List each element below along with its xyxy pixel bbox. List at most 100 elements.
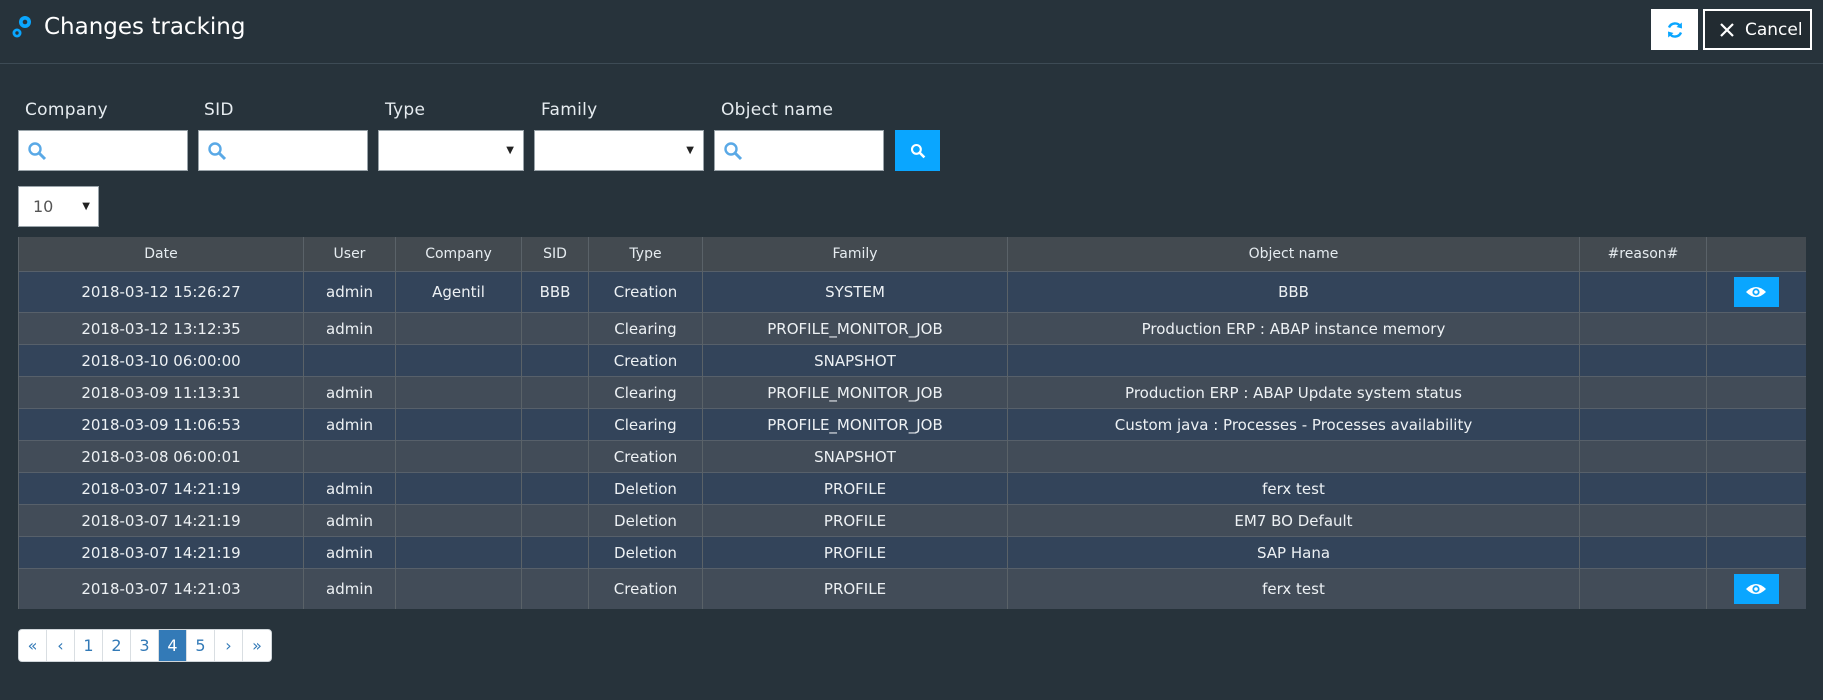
search-button[interactable] xyxy=(895,130,940,171)
table-row: 2018-03-09 11:13:31 admin Clearing PROFI… xyxy=(18,376,1806,409)
pagination-page-1[interactable]: 1 xyxy=(75,630,103,661)
eye-icon xyxy=(1746,287,1767,297)
cell-actions xyxy=(1706,344,1806,377)
cell-user: admin xyxy=(303,376,396,409)
changes-table: Date User Company SID Type Family Object… xyxy=(18,237,1806,609)
cell-company xyxy=(395,568,522,609)
cell-type: Deletion xyxy=(588,536,703,569)
column-header-user[interactable]: User xyxy=(303,237,396,272)
cell-user: admin xyxy=(303,568,396,609)
cell-family: SNAPSHOT xyxy=(702,344,1008,377)
table-row: 2018-03-07 14:21:19 admin Deletion PROFI… xyxy=(18,504,1806,537)
cell-reason xyxy=(1579,568,1707,609)
column-header-object-name[interactable]: Object name xyxy=(1007,237,1580,272)
column-header-type[interactable]: Type xyxy=(588,237,703,272)
cell-family: SYSTEM xyxy=(702,271,1008,313)
column-header-actions xyxy=(1706,237,1806,272)
pagination-page-2[interactable]: 2 xyxy=(103,630,131,661)
type-filter-label: Type xyxy=(385,100,426,120)
page-size-select[interactable]: 10 ▼ xyxy=(18,186,99,227)
column-header-reason[interactable]: #reason# xyxy=(1579,237,1707,272)
cell-reason xyxy=(1579,536,1707,569)
cell-user: admin xyxy=(303,408,396,441)
view-details-button[interactable] xyxy=(1733,277,1779,307)
cell-actions xyxy=(1706,568,1806,609)
cell-company xyxy=(395,408,522,441)
view-details-button[interactable] xyxy=(1733,574,1779,604)
column-header-sid[interactable]: SID xyxy=(521,237,589,272)
magnifier-icon xyxy=(208,142,227,161)
cell-date: 2018-03-10 06:00:00 xyxy=(18,344,304,377)
cell-company xyxy=(395,472,522,505)
magnifier-icon xyxy=(28,142,47,161)
cell-company: Agentil xyxy=(395,271,522,313)
cell-type: Creation xyxy=(588,568,703,609)
pagination-page-4-active[interactable]: 4 xyxy=(159,630,187,661)
magnifier-icon xyxy=(724,142,743,161)
cell-object-name: Production ERP : ABAP Update system stat… xyxy=(1007,376,1580,409)
cell-object-name: BBB xyxy=(1007,271,1580,313)
page-size-value: 10 xyxy=(33,197,54,216)
cell-type: Creation xyxy=(588,344,703,377)
cell-user: admin xyxy=(303,472,396,505)
pagination-page-3[interactable]: 3 xyxy=(131,630,159,661)
cell-user xyxy=(303,344,396,377)
table-row: 2018-03-07 14:21:19 admin Deletion PROFI… xyxy=(18,472,1806,505)
sid-filter-label: SID xyxy=(204,100,234,120)
pagination-next[interactable]: › xyxy=(215,630,243,661)
cell-company xyxy=(395,440,522,473)
table-row: 2018-03-09 11:06:53 admin Clearing PROFI… xyxy=(18,408,1806,441)
cell-date: 2018-03-08 06:00:01 xyxy=(18,440,304,473)
cell-reason xyxy=(1579,440,1707,473)
type-select[interactable]: ▼ xyxy=(378,130,524,171)
cell-object-name xyxy=(1007,344,1580,377)
cell-actions xyxy=(1706,408,1806,441)
cell-object-name: ferx test xyxy=(1007,568,1580,609)
cell-type: Deletion xyxy=(588,504,703,537)
refresh-icon xyxy=(1667,21,1682,38)
cell-type: Clearing xyxy=(588,408,703,441)
pagination-last[interactable]: » xyxy=(243,630,271,661)
cell-user: admin xyxy=(303,271,396,313)
cell-family: PROFILE_MONITOR_JOB xyxy=(702,312,1008,345)
close-icon xyxy=(1720,22,1734,37)
cell-actions xyxy=(1706,376,1806,409)
cell-family: PROFILE xyxy=(702,568,1008,609)
column-header-family[interactable]: Family xyxy=(702,237,1008,272)
cell-company xyxy=(395,312,522,345)
cell-type: Creation xyxy=(588,440,703,473)
cell-object-name: Custom java : Processes - Processes avai… xyxy=(1007,408,1580,441)
cell-sid xyxy=(521,536,589,569)
cell-actions xyxy=(1706,504,1806,537)
pagination-page-5[interactable]: 5 xyxy=(187,630,215,661)
cell-reason xyxy=(1579,472,1707,505)
cell-user xyxy=(303,440,396,473)
cell-actions xyxy=(1706,440,1806,473)
family-filter-label: Family xyxy=(541,100,598,120)
cell-date: 2018-03-07 14:21:19 xyxy=(18,472,304,505)
column-header-company[interactable]: Company xyxy=(395,237,522,272)
sid-search-input[interactable] xyxy=(198,130,368,171)
refresh-button[interactable] xyxy=(1651,9,1698,50)
family-select[interactable]: ▼ xyxy=(534,130,704,171)
cell-object-name xyxy=(1007,440,1580,473)
cell-sid xyxy=(521,408,589,441)
cell-family: PROFILE xyxy=(702,472,1008,505)
cell-object-name: Production ERP : ABAP instance memory xyxy=(1007,312,1580,345)
object-name-search-input[interactable] xyxy=(714,130,884,171)
pagination-prev[interactable]: ‹ xyxy=(47,630,75,661)
cell-sid xyxy=(521,568,589,609)
column-header-date[interactable]: Date xyxy=(18,237,304,272)
cancel-button-label: Cancel xyxy=(1745,19,1803,40)
object-name-filter-label: Object name xyxy=(721,100,834,120)
cancel-button[interactable]: Cancel xyxy=(1703,9,1812,50)
cell-company xyxy=(395,536,522,569)
table-header-row: Date User Company SID Type Family Object… xyxy=(18,237,1806,272)
cell-reason xyxy=(1579,312,1707,345)
cell-sid xyxy=(521,312,589,345)
company-search-input[interactable] xyxy=(18,130,188,171)
pagination-first[interactable]: « xyxy=(19,630,47,661)
cell-company xyxy=(395,344,522,377)
cell-type: Deletion xyxy=(588,472,703,505)
cell-actions xyxy=(1706,536,1806,569)
